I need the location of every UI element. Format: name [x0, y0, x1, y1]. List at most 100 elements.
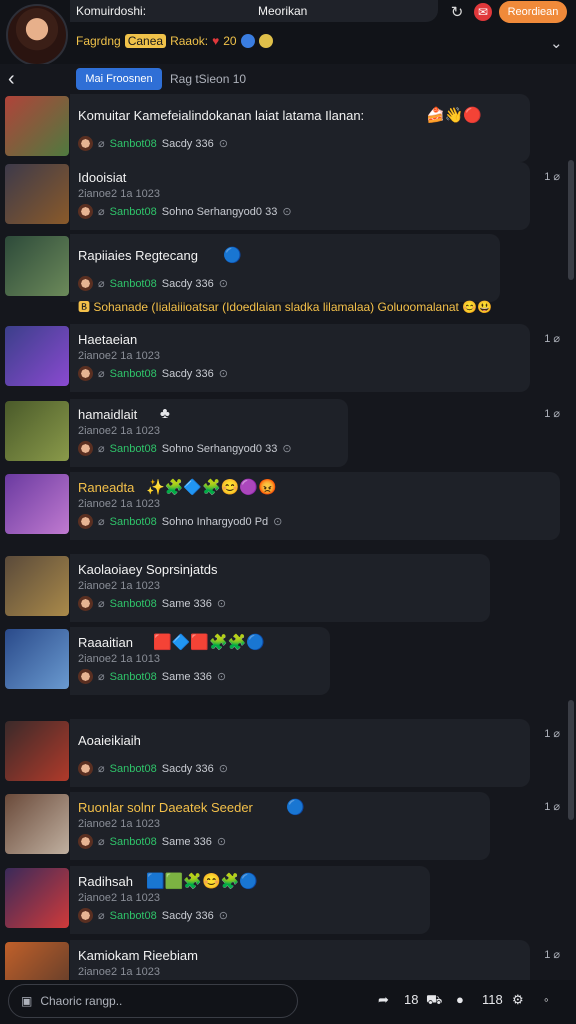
- sender-name: Sanbot08: [109, 442, 157, 455]
- message-preview: Sacdy 336: [161, 762, 214, 775]
- unread-badge: 1 ⌀: [544, 408, 560, 420]
- settings-icon[interactable]: ⚙: [512, 992, 524, 1008]
- row-background: [70, 719, 530, 787]
- conversation-time: 2ianoe2 1a 1023: [78, 818, 160, 830]
- sender-avatar: [78, 596, 93, 611]
- system-notice: 🅱 Sohanade (Iialaiiioatsar (Idoedlaian s…: [78, 300, 493, 314]
- tab-bar: ‹ Mai Froosnen Rag tSieon 10: [0, 64, 576, 94]
- chevron-down-icon[interactable]: ⌄: [550, 34, 563, 52]
- conversation-thumbnail[interactable]: [5, 721, 69, 781]
- sender-name: Sanbot08: [109, 835, 157, 848]
- message-count: 118: [482, 992, 503, 1007]
- notification-icon[interactable]: ✉: [474, 3, 492, 21]
- emoji-group: ♣: [160, 405, 170, 422]
- conversation-meta: ⌀ Sanbot08 Sohno Serhangyod0 33 ⊙: [78, 204, 292, 219]
- unread-badge: 1 ⌀: [544, 333, 560, 345]
- conversation-time: 2ianoe2 1a 1023: [78, 188, 160, 200]
- conversation-row[interactable]: Aoaieikiaih ⌀ Sanbot08 Sacdy 336 ⊙ 1 ⌀: [0, 719, 568, 787]
- message-preview: Sohno Serhangyod0 33: [161, 442, 278, 455]
- conversation-row[interactable]: hamaidlait ♣ 2ianoe2 1a 1023 ⌀ Sanbot08 Sohno…: [0, 399, 568, 467]
- conversation-row[interactable]: Haetaeian 2ianoe2 1a 1023 ⌀ Sanbot08 Sacdy 3…: [0, 324, 568, 392]
- conversation-row[interactable]: Rapiiaies Regtecang 🔵 ⌀ Sanbot08 Sacdy 336 ⊙: [0, 234, 568, 302]
- sender-name: Sanbot08: [109, 515, 157, 528]
- status-icon: ⌀: [98, 598, 105, 610]
- conversation-meta: ⌀ Sanbot08 Sacdy 336 ⊙: [78, 136, 228, 151]
- conversation-thumbnail[interactable]: [5, 556, 69, 616]
- status-label-1: Fagrdng: [76, 34, 121, 48]
- conversation-thumbnail[interactable]: [5, 474, 69, 534]
- info-icon[interactable]: ⊙: [219, 909, 228, 922]
- conversation-meta: ⌀ Sanbot08 Sohno Serhangyod0 33 ⊙: [78, 441, 292, 456]
- conversation-row[interactable]: Kaolaoiaey Soprsinjatds 2ianoe2 1a 1023 ⌀ S…: [0, 554, 568, 622]
- conversation-meta: ⌀ Sanbot08 Same 336 ⊙: [78, 834, 226, 849]
- conversation-row[interactable]: Raneadta ✨🧩🔷🧩😊🟣😡 2ianoe2 1a 1023 ⌀ Sanbot08 S…: [0, 472, 568, 540]
- message-preview: Sacdy 336: [161, 277, 214, 290]
- status-icon: ⌀: [98, 443, 105, 455]
- avatar[interactable]: [6, 4, 68, 66]
- conversation-time: 2ianoe2 1a 1023: [78, 892, 160, 904]
- status-icon: ⌀: [98, 910, 105, 922]
- sender-name: Sanbot08: [109, 597, 157, 610]
- message-preview: Sohno Serhangyod0 33: [161, 205, 278, 218]
- search-input[interactable]: ▣ Chaoric rangp..: [8, 984, 298, 1018]
- share-icon[interactable]: ➦: [378, 992, 389, 1008]
- bag-icon[interactable]: ⛟: [426, 992, 442, 1010]
- bottom-bar: ▣ Chaoric rangp.. ➦ 18 ⛟ ● 118 ⚙ ◦: [0, 980, 576, 1024]
- conversation-name: Komuitar Kamefeialindokanan laiat latama…: [78, 108, 365, 123]
- refresh-icon[interactable]: ↻: [448, 3, 466, 21]
- status-icon: ⌀: [98, 138, 105, 150]
- info-icon[interactable]: ⊙: [217, 835, 226, 848]
- info-icon[interactable]: ⊙: [219, 137, 228, 150]
- message-preview: Sacdy 336: [161, 367, 214, 380]
- primary-action-button[interactable]: Reordiean: [499, 1, 567, 23]
- conversation-row[interactable]: Raaaitian 🟥🔷🟥🧩🧩🔵 2ianoe2 1a 1013 ⌀ Sanbot08 S…: [0, 627, 568, 695]
- conversation-row[interactable]: Ruonlar solnr Daeatek Seeder 🔵 2ianoe2 1a …: [0, 792, 568, 860]
- conversation-thumbnail[interactable]: [5, 164, 69, 224]
- conversation-row[interactable]: Radihsah 🟦🟩🧩😊🧩🔵 2ianoe2 1a 1023 ⌀ Sanbot08 Sa…: [0, 866, 568, 934]
- emoji-group: ✨🧩🔷🧩😊🟣😡: [146, 479, 277, 496]
- info-icon[interactable]: ⊙: [282, 442, 291, 455]
- info-icon[interactable]: ⊙: [217, 597, 226, 610]
- info-icon[interactable]: ⊙: [273, 515, 282, 528]
- scrollbar[interactable]: [568, 160, 574, 280]
- status-line: Fagrdng Canea Raaok: ♥ 20: [76, 34, 273, 48]
- status-count: 20: [223, 34, 237, 48]
- message-preview: Sacdy 336: [161, 137, 214, 150]
- unread-badge: 1 ⌀: [544, 801, 560, 813]
- info-icon[interactable]: ⊙: [282, 205, 291, 218]
- conversation-thumbnail[interactable]: [5, 794, 69, 854]
- info-icon[interactable]: ⊙: [219, 277, 228, 290]
- conversation-thumbnail[interactable]: [5, 401, 69, 461]
- emoji-group: 🔵: [286, 799, 305, 816]
- scrollbar-lower[interactable]: [568, 700, 574, 820]
- info-icon[interactable]: ⊙: [217, 670, 226, 683]
- message-preview: Same 336: [161, 670, 212, 683]
- back-arrow-icon[interactable]: ‹: [8, 68, 15, 91]
- conversation-thumbnail[interactable]: [5, 326, 69, 386]
- conversation-name: Rapiiaies Regtecang: [78, 248, 198, 263]
- conversation-thumbnail[interactable]: [5, 629, 69, 689]
- conversation-thumbnail[interactable]: [5, 236, 69, 296]
- info-icon[interactable]: ⊙: [219, 762, 228, 775]
- conversation-row[interactable]: Idooisiat 2ianoe2 1a 1023 ⌀ Sanbot08 Sohno S…: [0, 162, 568, 230]
- sender-name: Sanbot08: [109, 909, 157, 922]
- sender-avatar: [78, 834, 93, 849]
- emoji-group: 🍰👋🔴: [426, 107, 483, 124]
- share-count: 18: [404, 992, 419, 1007]
- info-icon[interactable]: ⊙: [219, 367, 228, 380]
- window-title: Komuirdoshi:: [76, 4, 147, 18]
- sender-avatar: [78, 908, 93, 923]
- conversation-row[interactable]: Komuitar Kamefeialindokanan laiat latama…: [0, 94, 568, 162]
- conversation-time: 2ianoe2 1a 1013: [78, 653, 160, 665]
- conversation-time: 2ianoe2 1a 1023: [78, 350, 160, 362]
- row-background: [70, 234, 500, 302]
- unread-badge: 1 ⌀: [544, 171, 560, 183]
- more-icon[interactable]: ◦: [544, 992, 549, 1007]
- row-background: [70, 94, 530, 162]
- unread-badge: 1 ⌀: [544, 949, 560, 961]
- conversation-thumbnail[interactable]: [5, 868, 69, 928]
- tab-secondary[interactable]: Rag tSieon 10: [170, 72, 246, 86]
- chat-bubble-icon[interactable]: ●: [456, 992, 464, 1007]
- tab-main[interactable]: Mai Froosnen: [76, 68, 162, 90]
- conversation-thumbnail[interactable]: [5, 96, 69, 156]
